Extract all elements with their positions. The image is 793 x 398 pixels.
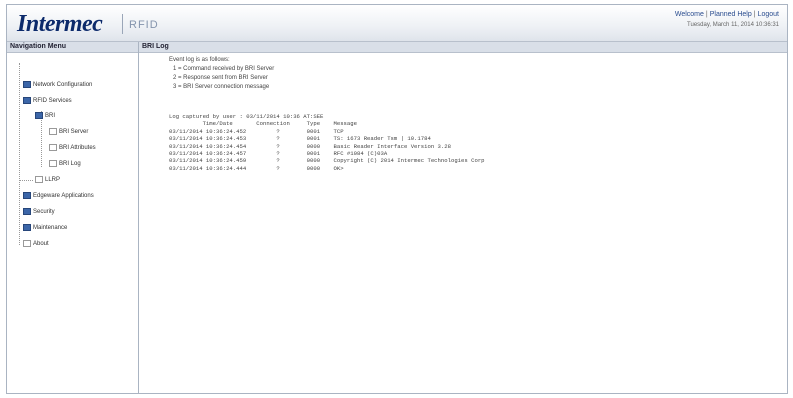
sidebar-item-security[interactable]: Security bbox=[23, 208, 55, 215]
log-row: 03/11/2014 10:36:24.452 ? 0001 TCP bbox=[169, 127, 344, 135]
book-icon bbox=[23, 208, 31, 215]
sidebar-item-edgeware-applications[interactable]: Edgeware Applications bbox=[23, 192, 94, 199]
page-icon bbox=[49, 128, 57, 135]
sidebar-item-llrp[interactable]: LLRP bbox=[35, 176, 60, 183]
page-icon bbox=[35, 176, 43, 183]
sidebar-title: Navigation Menu bbox=[7, 42, 138, 53]
book-icon bbox=[23, 192, 31, 199]
sidebar-item-rfid-services[interactable]: RFID Services bbox=[23, 97, 72, 104]
top-links: Welcome | Planned Help | Logout bbox=[675, 11, 779, 18]
intermec-logo: Intermec bbox=[17, 11, 103, 37]
page-icon bbox=[49, 144, 57, 151]
sidebar-item-bri-log[interactable]: BRI Log bbox=[49, 160, 81, 167]
sidebar-item-bri[interactable]: BRI bbox=[35, 112, 55, 119]
product-name: RFID bbox=[129, 19, 159, 31]
event-legend: Event log is as follows: 1 = Command rec… bbox=[169, 56, 274, 92]
log-rows: 03/11/2014 10:36:24.452 ? 0001 TCP 03/11/… bbox=[169, 128, 485, 172]
main-content: BRI Log Event log is as follows: 1 = Com… bbox=[139, 42, 787, 393]
sidebar: Navigation Menu Network Configuration RF… bbox=[7, 42, 139, 393]
current-datetime: Tuesday, March 11, 2014 10:36:31 bbox=[687, 22, 779, 28]
sidebar-item-label: BRI bbox=[45, 113, 56, 120]
book-icon bbox=[23, 224, 31, 231]
sidebar-item-maintenance[interactable]: Maintenance bbox=[23, 224, 67, 231]
tree-line bbox=[41, 111, 42, 167]
tree-line bbox=[19, 63, 20, 245]
book-icon bbox=[23, 81, 31, 88]
sidebar-item-label: LLRP bbox=[45, 177, 61, 184]
sidebar-item-bri-server[interactable]: BRI Server bbox=[49, 128, 88, 135]
tree-line bbox=[19, 180, 33, 181]
book-icon bbox=[35, 112, 43, 119]
sidebar-item-label: BRI Server bbox=[59, 129, 89, 136]
header: Intermec RFID Welcome | Planned Help | Logou… bbox=[7, 5, 787, 42]
welcome-link[interactable]: Welcome bbox=[675, 11, 704, 18]
sidebar-item-label: Edgeware Applications bbox=[33, 193, 94, 200]
logout-link[interactable]: Logout bbox=[758, 11, 779, 18]
app-frame: Intermec RFID Welcome | Planned Help | Logou… bbox=[6, 4, 788, 394]
log-header: Log captured by user : 03/11/2014 10:36 … bbox=[169, 113, 324, 120]
sidebar-item-network-configuration[interactable]: Network Configuration bbox=[23, 81, 92, 88]
log-row: 03/11/2014 10:36:24.453 ? 0001 TS: 1673 … bbox=[169, 135, 431, 143]
book-icon bbox=[23, 97, 31, 104]
log-row: 03/11/2014 10:36:24.444 ? 0000 OK> bbox=[169, 164, 344, 172]
page-icon bbox=[49, 160, 57, 167]
link-separator: | bbox=[753, 11, 756, 18]
legend-title: Event log is as follows: bbox=[169, 57, 230, 63]
sidebar-item-label: Network Configuration bbox=[33, 82, 93, 89]
legend-item: 3 = BRI Server connection message bbox=[173, 84, 270, 90]
legend-item: 2 = Response sent from BRI Server bbox=[173, 75, 268, 81]
sidebar-item-label: Maintenance bbox=[33, 225, 68, 232]
legend-item: 1 = Command received by BRI Server bbox=[173, 66, 275, 72]
sidebar-item-about[interactable]: About bbox=[23, 240, 49, 247]
sidebar-item-label: Security bbox=[33, 209, 55, 216]
log-row: 03/11/2014 10:36:24.454 ? 0000 Basic Rea… bbox=[169, 142, 451, 150]
log-output: Log captured by user : 03/11/2014 10:36 … bbox=[169, 113, 485, 172]
sidebar-item-bri-attributes[interactable]: BRI Attributes bbox=[49, 144, 96, 151]
sidebar-item-label: RFID Services bbox=[33, 98, 72, 105]
page-icon bbox=[23, 240, 31, 247]
page-title: BRI Log bbox=[139, 42, 787, 53]
log-row: 03/11/2014 10:36:24.459 ? 0000 Copyright… bbox=[169, 157, 485, 165]
log-row: 03/11/2014 10:36:24.457 ? 0001 RFC #1084… bbox=[169, 150, 388, 158]
sidebar-item-label: BRI Log bbox=[59, 161, 81, 168]
sidebar-item-label: About bbox=[33, 241, 49, 248]
sidebar-item-label: BRI Attributes bbox=[59, 145, 96, 152]
help-link[interactable]: Planned Help bbox=[710, 11, 752, 18]
logo-divider bbox=[122, 14, 123, 34]
link-separator: | bbox=[705, 11, 708, 18]
log-column-headers: Time/Date Connection Type Message bbox=[169, 120, 357, 128]
